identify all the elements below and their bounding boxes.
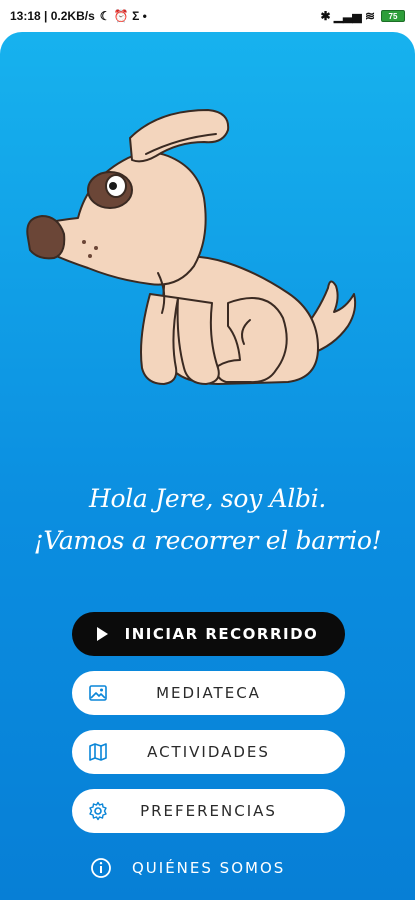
map-icon — [89, 743, 107, 761]
image-icon — [89, 685, 107, 701]
media-library-label: MEDIATECA — [156, 684, 261, 702]
status-time: 13:18 | 0.2KB/s — [10, 9, 95, 23]
status-bar: 13:18 | 0.2KB/s ☾ ⏰ Σ • ✱ ▁▃▅ ≋ 75 — [0, 0, 415, 32]
gear-icon — [89, 801, 107, 821]
media-library-button[interactable]: MEDIATECA — [72, 671, 345, 715]
preferences-label: PREFERENCIAS — [140, 802, 277, 820]
start-tour-label: INICIAR RECORRIDO — [124, 625, 319, 643]
start-tour-button[interactable]: INICIAR RECORRIDO — [72, 612, 345, 656]
status-left: 13:18 | 0.2KB/s ☾ ⏰ Σ • — [10, 9, 147, 23]
info-icon — [91, 858, 111, 878]
about-us-label: QUIÉNES SOMOS — [132, 859, 286, 877]
activities-button[interactable]: ACTIVIDADES — [72, 730, 345, 774]
dog-mascot-illustration — [26, 109, 357, 385]
signal-icons: ✱ ▁▃▅ ≋ — [320, 9, 375, 23]
status-right: ✱ ▁▃▅ ≋ 75 — [321, 10, 405, 22]
greeting-text: Hola Jere, soy Albi. ¡Vamos a recorrer e… — [0, 478, 415, 562]
greeting-line-1: Hola Jere, soy Albi. — [88, 484, 327, 513]
play-icon — [97, 627, 108, 641]
greeting-line-2: ¡Vamos a recorrer el barrio! — [33, 526, 382, 555]
preferences-button[interactable]: PREFERENCIAS — [72, 789, 345, 833]
battery-icon: 75 — [381, 10, 405, 22]
about-us-link[interactable]: QUIÉNES SOMOS — [90, 852, 285, 884]
notification-icons: ☾ ⏰ Σ • — [99, 9, 147, 23]
activities-label: ACTIVIDADES — [147, 743, 270, 761]
